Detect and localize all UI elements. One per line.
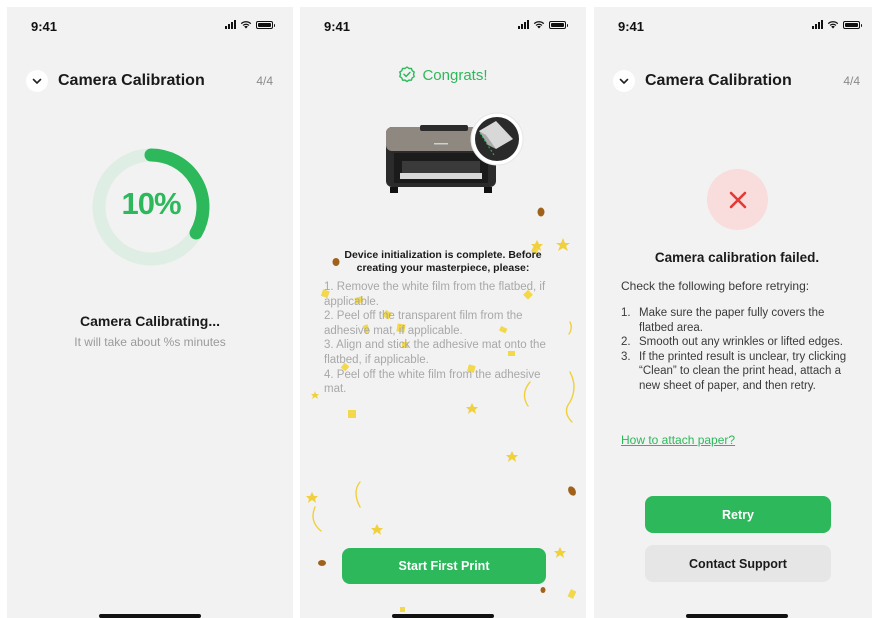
- wifi-icon: [240, 21, 252, 29]
- header: Camera Calibration 4/4: [613, 69, 860, 93]
- header: Camera Calibration 4/4: [26, 69, 273, 93]
- battery-icon: [549, 20, 568, 29]
- chevron-down-icon: [32, 78, 42, 84]
- status-subtitle: It will take about %s minutes: [74, 335, 226, 349]
- status-icons: [518, 20, 568, 29]
- congrats-text: Congrats!: [422, 66, 488, 84]
- list-item: 3. If the printed result is unclear, try…: [621, 350, 847, 392]
- error-badge: [707, 169, 768, 230]
- home-indicator: [686, 614, 788, 618]
- chevron-down-icon: [619, 78, 629, 84]
- signal-icon: [225, 20, 236, 29]
- how-to-attach-paper-link[interactable]: How to attach paper?: [621, 433, 735, 447]
- status-time: 9:41: [618, 19, 645, 34]
- signal-icon: [518, 20, 529, 29]
- page-title: Camera Calibration: [58, 72, 205, 89]
- home-indicator: [392, 614, 494, 618]
- contact-support-button[interactable]: Contact Support: [645, 545, 831, 582]
- progress-percent: 10%: [121, 186, 181, 221]
- step-indicator: 4/4: [843, 74, 860, 88]
- signal-icon: [812, 20, 823, 29]
- instruction-item: 3. Align and stick the adhesive mat onto…: [324, 339, 546, 366]
- status-time: 9:41: [324, 19, 351, 34]
- start-first-print-button[interactable]: Start First Print: [342, 548, 546, 584]
- congrats-screen: 9:41 Congrats! Device initialization is …: [300, 7, 586, 618]
- page-title: Camera Calibration: [645, 72, 792, 89]
- wifi-icon: [533, 21, 545, 29]
- instructions-list: 1. Remove the white film from the flatbe…: [324, 280, 564, 397]
- instruction-item: 4. Peel off the white film from the adhe…: [324, 368, 541, 396]
- check-intro: Check the following before retrying:: [621, 279, 810, 293]
- collapse-button[interactable]: [26, 70, 48, 92]
- congrats-banner: Congrats!: [300, 66, 586, 84]
- status-title: Camera Calibrating...: [79, 313, 221, 329]
- printer-illustration: [386, 112, 524, 193]
- retry-button[interactable]: Retry: [645, 496, 831, 533]
- checklist: 1. Make sure the paper fully covers the …: [621, 306, 859, 394]
- home-indicator: [99, 614, 201, 618]
- list-item: 1. Make sure the paper fully covers the …: [621, 307, 825, 334]
- instructions-heading: Device initialization is complete. Befor…: [344, 249, 542, 274]
- calibrating-screen: 9:41 Camera Calibration 4/4 10% Camera C…: [7, 7, 293, 618]
- failed-screen: 9:41 Camera Calibration 4/4 Camera calib…: [594, 7, 872, 618]
- status-icons: [812, 20, 862, 29]
- step-indicator: 4/4: [256, 74, 273, 88]
- list-item: 2. Smooth out any wrinkles or lifted edg…: [621, 336, 843, 349]
- wifi-icon: [827, 21, 839, 29]
- collapse-button[interactable]: [613, 70, 635, 92]
- error-title: Camera calibration failed.: [654, 250, 820, 265]
- status-icons: [225, 20, 275, 29]
- award-badge-icon: [399, 66, 416, 83]
- close-x-icon: [729, 191, 746, 208]
- instruction-item: 1. Remove the white film from the flatbe…: [324, 281, 546, 308]
- battery-icon: [843, 20, 862, 29]
- battery-icon: [256, 20, 275, 29]
- instruction-item: 2. Peel off the transparent film from th…: [324, 310, 523, 337]
- status-time: 9:41: [31, 19, 58, 34]
